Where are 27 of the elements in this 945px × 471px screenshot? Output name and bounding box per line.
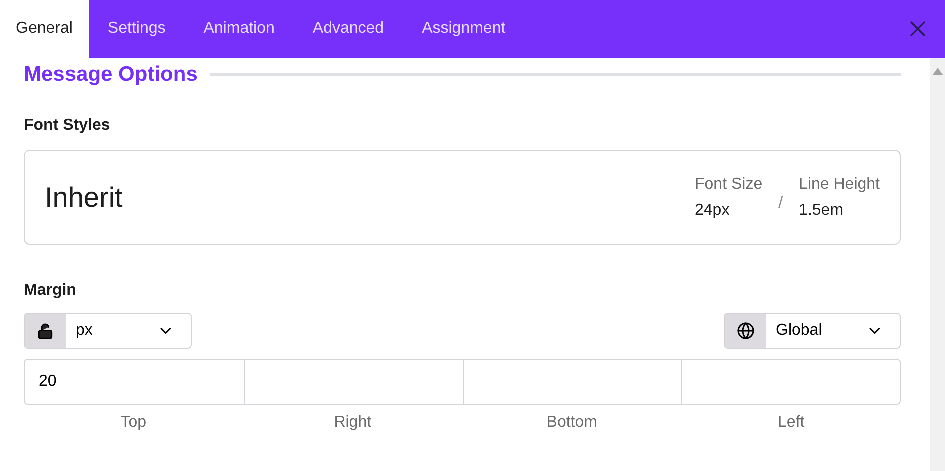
margin-side-label: Left [777,413,806,433]
scrollbar[interactable] [930,58,945,471]
font-family-value: Inherit [45,180,123,214]
scope-value: Global [775,321,824,341]
font-size-value: 24px [695,200,731,220]
font-size-label: Font Size [695,174,763,194]
margin-side-label: Right [333,413,373,433]
font-styles-label: Font Styles [24,116,112,136]
tab[interactable]: Assignment [403,0,525,58]
scope-select[interactable]: Global [724,313,901,349]
unlock-icon[interactable] [25,314,66,348]
margin-side-label: Top [120,413,148,433]
scroll-up-icon [932,68,942,75]
font-styles-card[interactable]: Inherit Font Size 24px / Line Height 1.5em [24,150,901,245]
line-height-value: 1.5em [799,200,845,220]
unit-value: px [75,321,94,341]
unit-select[interactable]: px [24,313,192,349]
separator: / [778,194,784,214]
tab[interactable]: Settings [88,0,185,58]
tab[interactable]: General [0,0,89,58]
tab[interactable]: Advanced [294,0,404,58]
margin-label: Margin [24,281,78,301]
line-height-label: Line Height [799,174,880,194]
margin-side-label: Bottom [546,413,598,433]
section-title: Message Options [24,62,198,88]
globe-icon [736,322,754,340]
tab[interactable]: Animation [184,0,294,58]
